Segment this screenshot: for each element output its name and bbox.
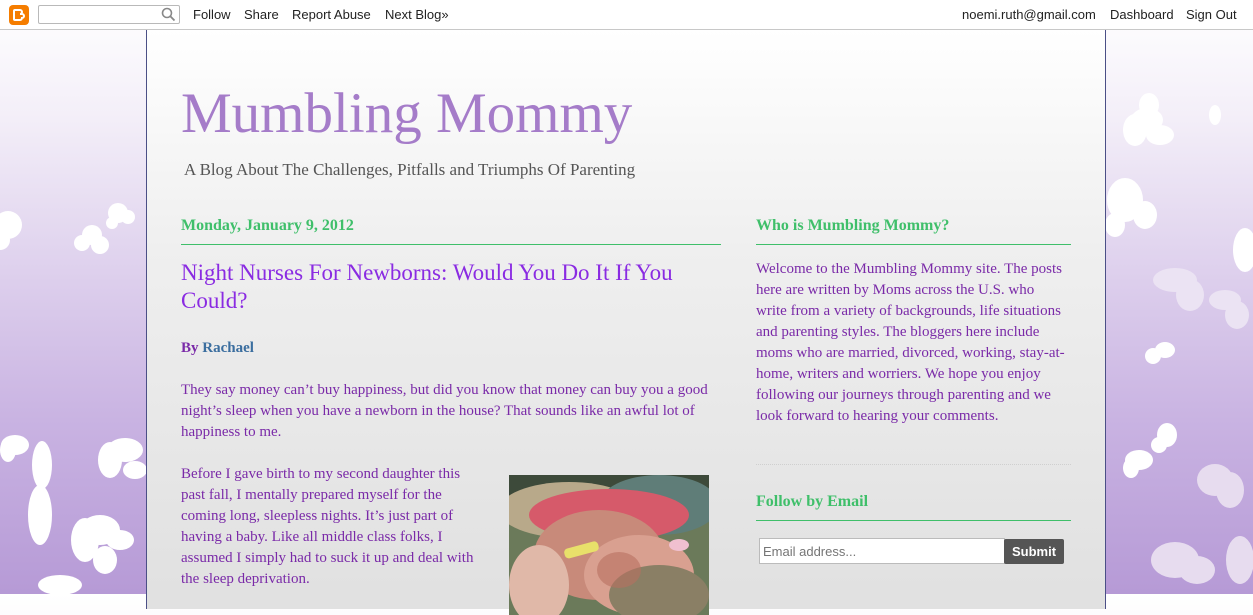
blogger-icon[interactable] (9, 5, 29, 25)
post-byline: By Rachael (181, 340, 254, 357)
decorative-orchid-right (1105, 93, 1253, 584)
follow-by-email-heading: Follow by Email (756, 493, 1071, 521)
blog-search-box (38, 5, 180, 24)
blog-description: A Blog About The Challenges, Pitfalls an… (184, 160, 636, 179)
sign-out-link[interactable]: Sign Out (1186, 7, 1237, 22)
sidebar-about-heading: Who is Mumbling Mommy? (756, 217, 1071, 245)
sidebar-divider (756, 464, 1071, 465)
search-input[interactable] (41, 7, 159, 22)
post-paragraph: Before I gave birth to my second daughte… (181, 466, 474, 587)
post-title-link[interactable]: Night Nurses For Newborns: Would You Do … (181, 259, 721, 315)
newborn-photo[interactable] (509, 475, 709, 615)
user-email: noemi.ruth@gmail.com (962, 7, 1096, 22)
author-link[interactable]: Rachael (202, 340, 254, 356)
submit-button[interactable]: Submit (1004, 539, 1064, 564)
next-blog-link[interactable]: Next Blog» (385, 7, 449, 22)
post-paragraph: They say money can’t buy happiness, but … (181, 382, 708, 440)
share-link[interactable]: Share (244, 7, 279, 22)
search-icon[interactable] (161, 7, 176, 22)
report-abuse-link[interactable]: Report Abuse (292, 7, 371, 22)
email-subscribe-input[interactable] (759, 538, 1005, 564)
blog-content-outer: Mumbling Mommy A Blog About The Challeng… (146, 29, 1106, 615)
dashboard-link[interactable]: Dashboard (1110, 7, 1174, 22)
blogger-navbar: Follow Share Report Abuse Next Blog» noe… (0, 0, 1253, 30)
decorative-orchid-left (0, 203, 146, 594)
sidebar-about-text: Welcome to the Mumbling Mommy site. The … (756, 261, 1065, 424)
blog-title[interactable]: Mumbling Mommy (181, 81, 632, 146)
byline-prefix: By (181, 340, 199, 356)
follow-link[interactable]: Follow (193, 7, 231, 22)
post-date-header: Monday, January 9, 2012 (181, 217, 721, 245)
